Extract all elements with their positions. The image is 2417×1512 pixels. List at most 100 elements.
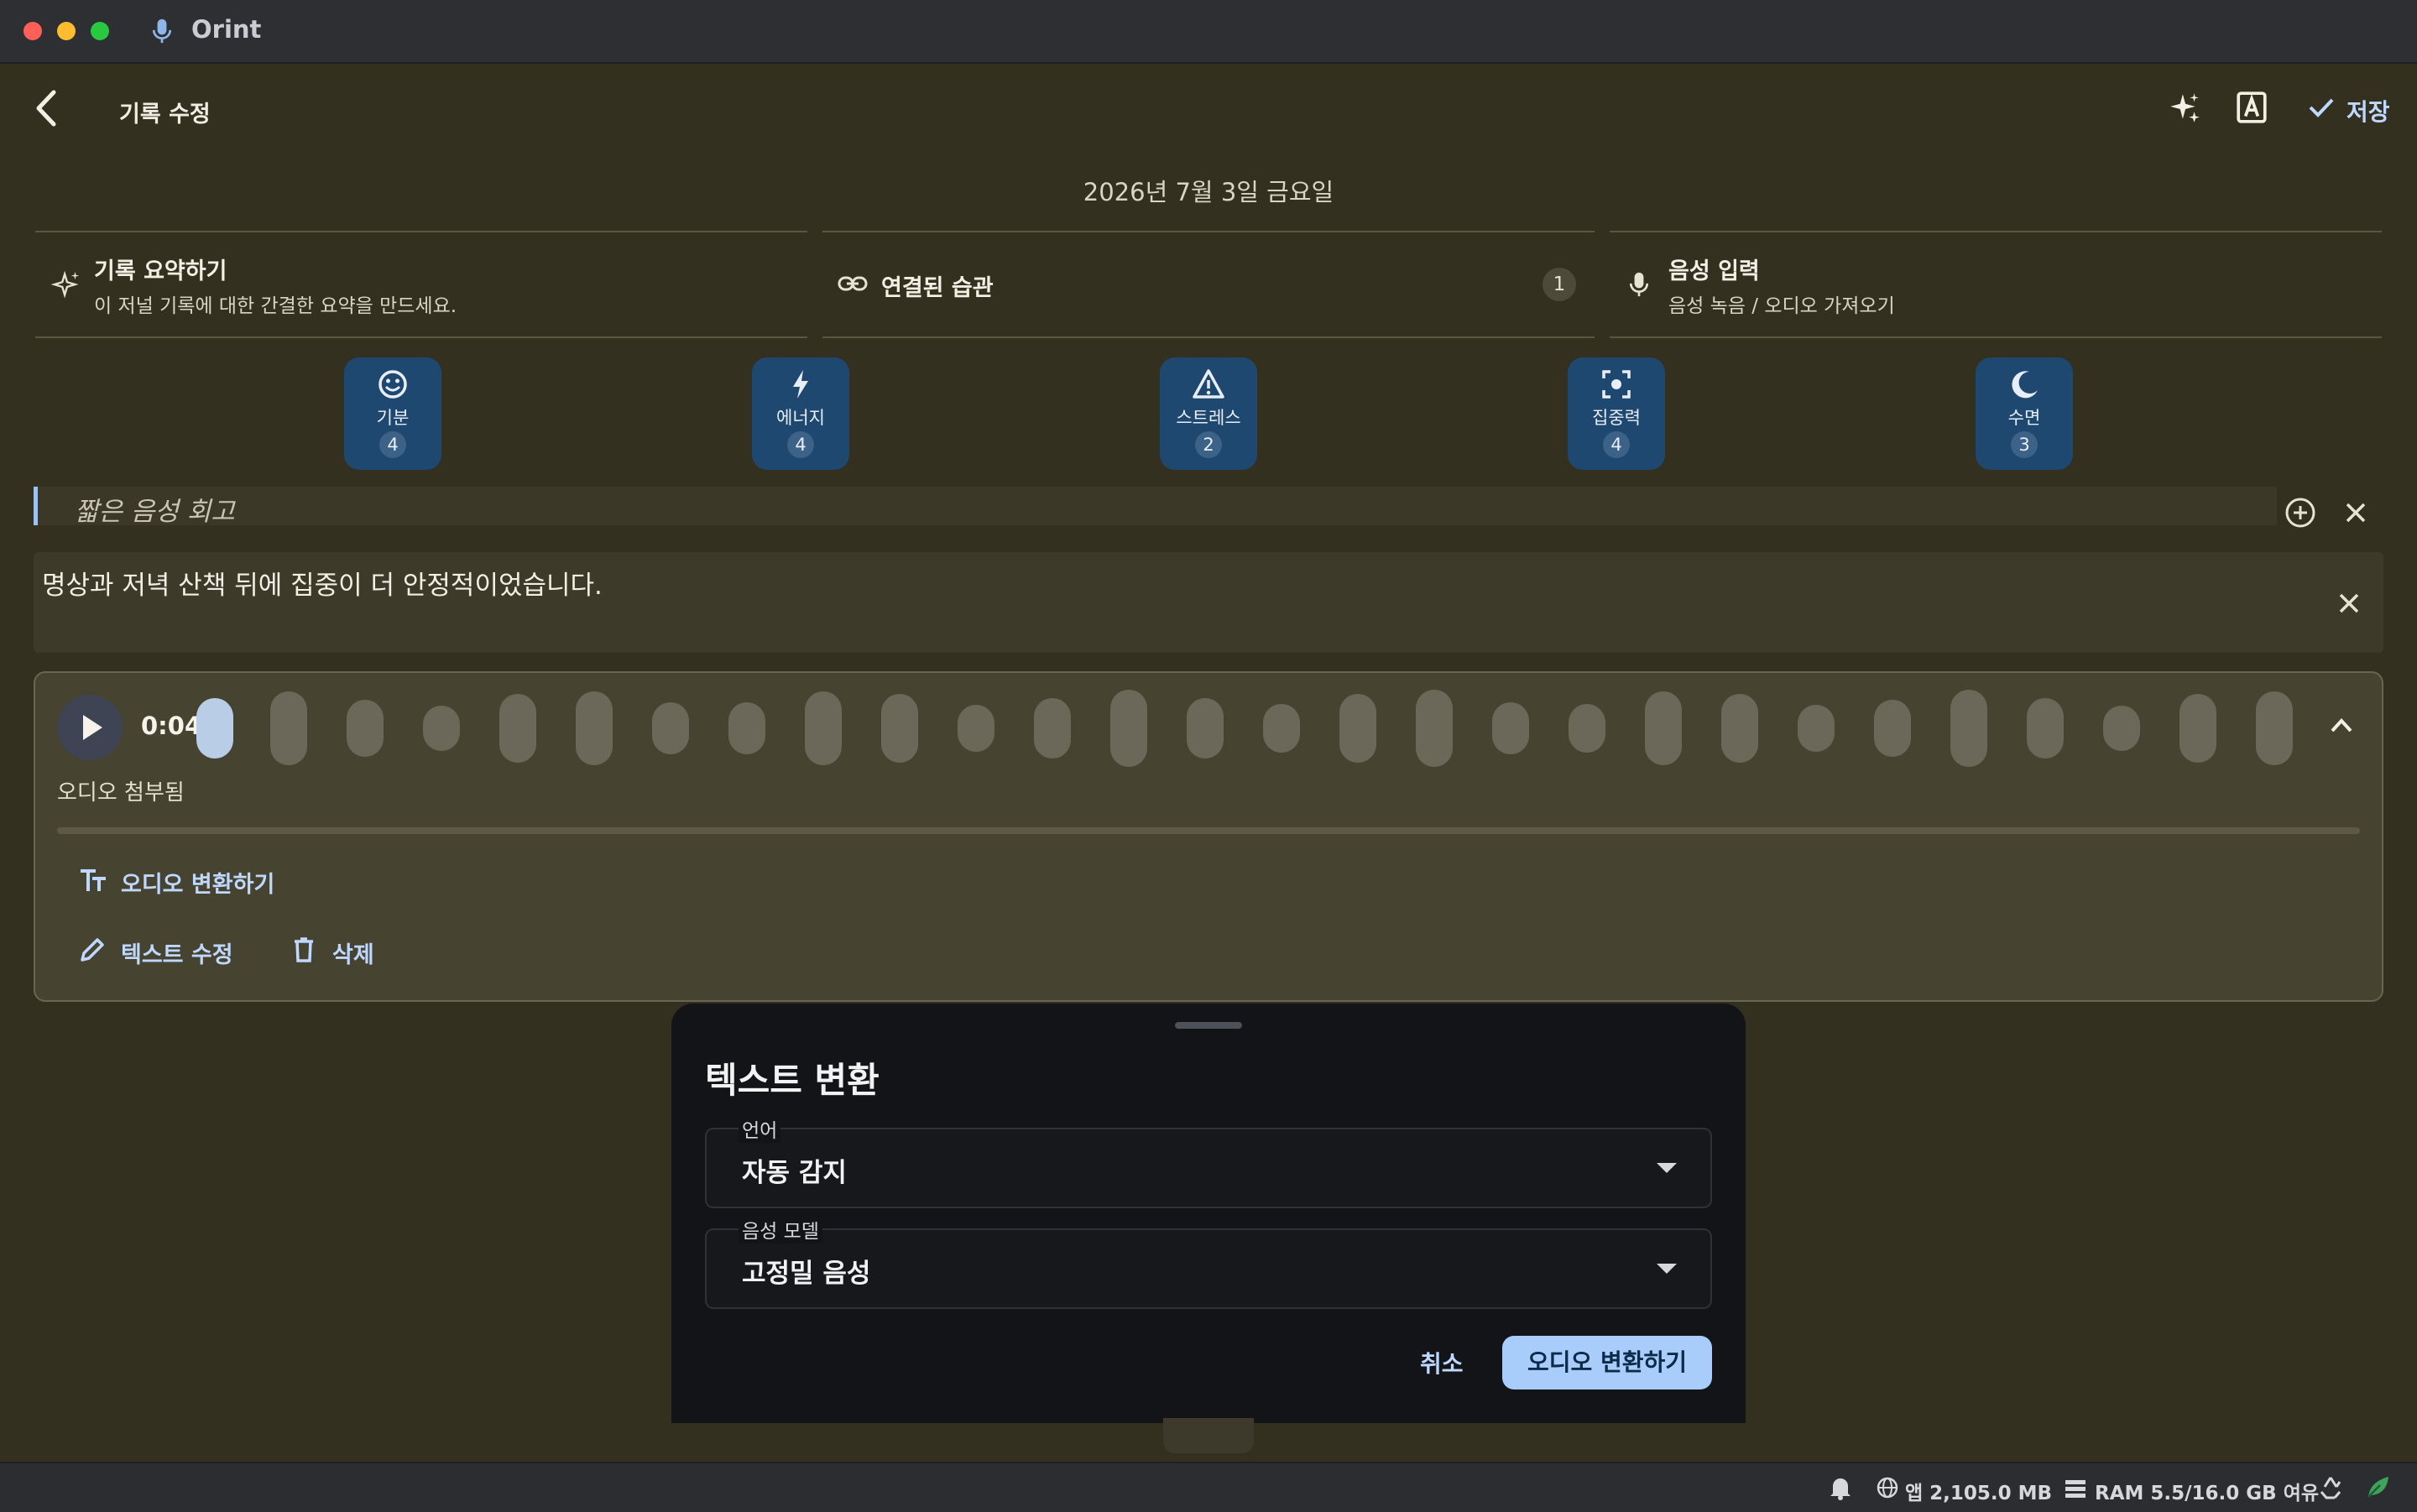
dropdown-arrow-icon — [1657, 1264, 1677, 1274]
mood-tile-value: 4 — [379, 431, 406, 458]
waveform-bar — [2256, 691, 2293, 765]
globe-icon — [1877, 1477, 1898, 1499]
focus-icon — [1600, 368, 1633, 401]
waveform-bar — [1187, 698, 1224, 759]
minimize-window-button[interactable] — [57, 22, 76, 40]
voice-input-card[interactable]: 음성 입력 음성 녹음 / 오디오 가져오기 — [1610, 231, 2382, 338]
audio-progress-divider — [57, 827, 2360, 834]
mood-tile-label: 기분 — [376, 408, 410, 428]
save-button[interactable]: 저장 — [2347, 94, 2390, 128]
entry-body-textarea[interactable]: 명상과 저녁 산책 뒤에 집중이 더 안정적이었습니다. — [34, 552, 2383, 653]
waveform-bar — [499, 694, 536, 763]
mood-tile-label: 집중력 — [1592, 408, 1641, 428]
waveform-playhead-bar — [196, 698, 233, 759]
close-window-button[interactable] — [23, 22, 42, 40]
play-icon — [81, 713, 104, 742]
mood-tile-value: 3 — [2011, 431, 2038, 458]
waveform-bar — [1339, 694, 1376, 763]
delete-button[interactable]: 삭제 — [332, 936, 374, 969]
close-icon[interactable] — [2345, 502, 2367, 524]
mood-tile-sleep[interactable]: 수면 3 — [1976, 357, 2073, 470]
moon-icon — [2007, 368, 2041, 401]
entry-body-text: 명상과 저녁 산책 뒤에 집중이 더 안정적이었습니다. — [42, 571, 603, 601]
mood-tile-stress[interactable]: 스트레스 2 — [1160, 357, 1257, 470]
waveform-bar — [881, 694, 918, 763]
mood-tile-label: 수면 — [2007, 408, 2041, 428]
language-select-value: 자동 감지 — [742, 1158, 847, 1188]
font-format-icon[interactable] — [2236, 91, 2268, 124]
waveform-bar — [1034, 698, 1071, 759]
transcribe-audio-button[interactable]: 오디오 변환하기 — [121, 866, 274, 899]
edit-text-button[interactable]: 텍스트 수정 — [121, 936, 233, 969]
waveform-bar — [347, 700, 384, 757]
voice-input-subtitle: 음성 녹음 / 오디오 가져오기 — [1668, 295, 1895, 317]
smile-icon — [376, 368, 410, 401]
audio-time: 0:04 — [141, 712, 202, 740]
ram-usage-text: RAM 5.5/16.0 GB 여유 — [2095, 1483, 2320, 1504]
system-status-bar: 앱 2,105.0 MB RAM 5.5/16.0 GB 여유 — [0, 1462, 2417, 1512]
waveform-bar — [1874, 700, 1911, 757]
mood-tile-label: 스트레스 — [1176, 408, 1241, 428]
hidden-panel-peek — [1163, 1418, 1254, 1453]
leaf-plant-icon[interactable] — [2365, 1473, 2394, 1500]
clear-text-icon[interactable] — [2338, 592, 2360, 614]
back-arrow-icon[interactable] — [34, 89, 59, 128]
sparkle-icon — [50, 269, 82, 301]
recycle-icon[interactable] — [2318, 1475, 2343, 1500]
mood-tile-value: 2 — [1195, 431, 1222, 458]
waveform-bar — [1645, 691, 1682, 765]
cancel-button[interactable]: 취소 — [1420, 1346, 1464, 1379]
waveform-bar — [1950, 690, 1987, 767]
linked-habits-card[interactable]: 연결된 습관 1 — [822, 231, 1595, 338]
voice-input-title: 음성 입력 — [1668, 258, 1760, 284]
microphone-icon — [1628, 269, 1650, 300]
waveform-bar — [2027, 698, 2064, 759]
waveform-bar — [728, 702, 765, 754]
mood-tile-mood[interactable]: 기분 4 — [344, 357, 441, 470]
entry-title-input[interactable]: 짧은 음성 회고 — [34, 487, 2277, 527]
mood-tile-energy[interactable]: 에너지 4 — [752, 357, 849, 470]
linked-habits-title: 연결된 습관 — [881, 275, 994, 301]
waveform-bar — [1263, 704, 1300, 753]
waveform-bar — [576, 691, 613, 765]
storage-icon — [2065, 1478, 2086, 1499]
sparkle-ai-icon[interactable] — [2167, 91, 2202, 126]
waveform-bar — [652, 702, 689, 754]
transcription-bottom-sheet: 텍스트 변환 자동 감지 언어 고정밀 음성 음성 모델 취소 오디오 변환하기 — [671, 1004, 1746, 1423]
bolt-icon — [784, 368, 817, 401]
play-button[interactable] — [57, 695, 123, 760]
entry-title-placeholder: 짧은 음성 회고 — [75, 497, 235, 527]
waveform-bar — [805, 691, 842, 765]
bell-icon[interactable] — [1830, 1475, 1851, 1500]
pencil-icon — [79, 936, 106, 963]
chevron-up-icon[interactable] — [2330, 717, 2353, 733]
confirm-transcribe-button[interactable]: 오디오 변환하기 — [1502, 1336, 1712, 1389]
mood-tile-label: 에너지 — [776, 408, 825, 428]
waveform-bar — [270, 691, 307, 765]
mood-tile-value: 4 — [787, 431, 814, 458]
summary-card-subtitle: 이 저널 기록에 대한 간결한 요약을 만드세요. — [94, 295, 457, 317]
sheet-drag-handle[interactable] — [1175, 1022, 1242, 1029]
waveform-bar — [423, 706, 460, 751]
voice-model-select-value: 고정밀 음성 — [742, 1259, 871, 1289]
mood-tile-value: 4 — [1603, 431, 1630, 458]
waveform-bar — [1492, 702, 1529, 754]
text-format-icon — [79, 868, 107, 893]
waveform-bar — [2179, 694, 2216, 763]
audio-status-text: 오디오 첨부됨 — [57, 780, 185, 806]
audio-attachment-card: 0:04 오디오 첨부됨 오디오 변환하기 텍스트 수정 삭제 — [34, 671, 2383, 1002]
window-titlebar: Orint — [0, 0, 2417, 64]
check-icon[interactable] — [2308, 96, 2335, 119]
voice-model-select[interactable]: 고정밀 음성 — [705, 1228, 1712, 1309]
waveform-bar — [1110, 690, 1147, 767]
mood-tile-focus[interactable]: 집중력 4 — [1568, 357, 1665, 470]
warning-icon — [1192, 368, 1225, 401]
language-select[interactable]: 자동 감지 — [705, 1128, 1712, 1208]
voice-model-select-label: 음성 모델 — [739, 1215, 822, 1243]
waveform-bar — [2103, 706, 2140, 751]
add-circle-icon[interactable] — [2284, 497, 2316, 529]
dropdown-arrow-icon — [1657, 1163, 1677, 1173]
summary-card[interactable]: 기록 요약하기 이 저널 기록에 대한 간결한 요약을 만드세요. — [35, 231, 807, 338]
zoom-window-button[interactable] — [91, 22, 109, 40]
app-title: Orint — [191, 15, 262, 44]
